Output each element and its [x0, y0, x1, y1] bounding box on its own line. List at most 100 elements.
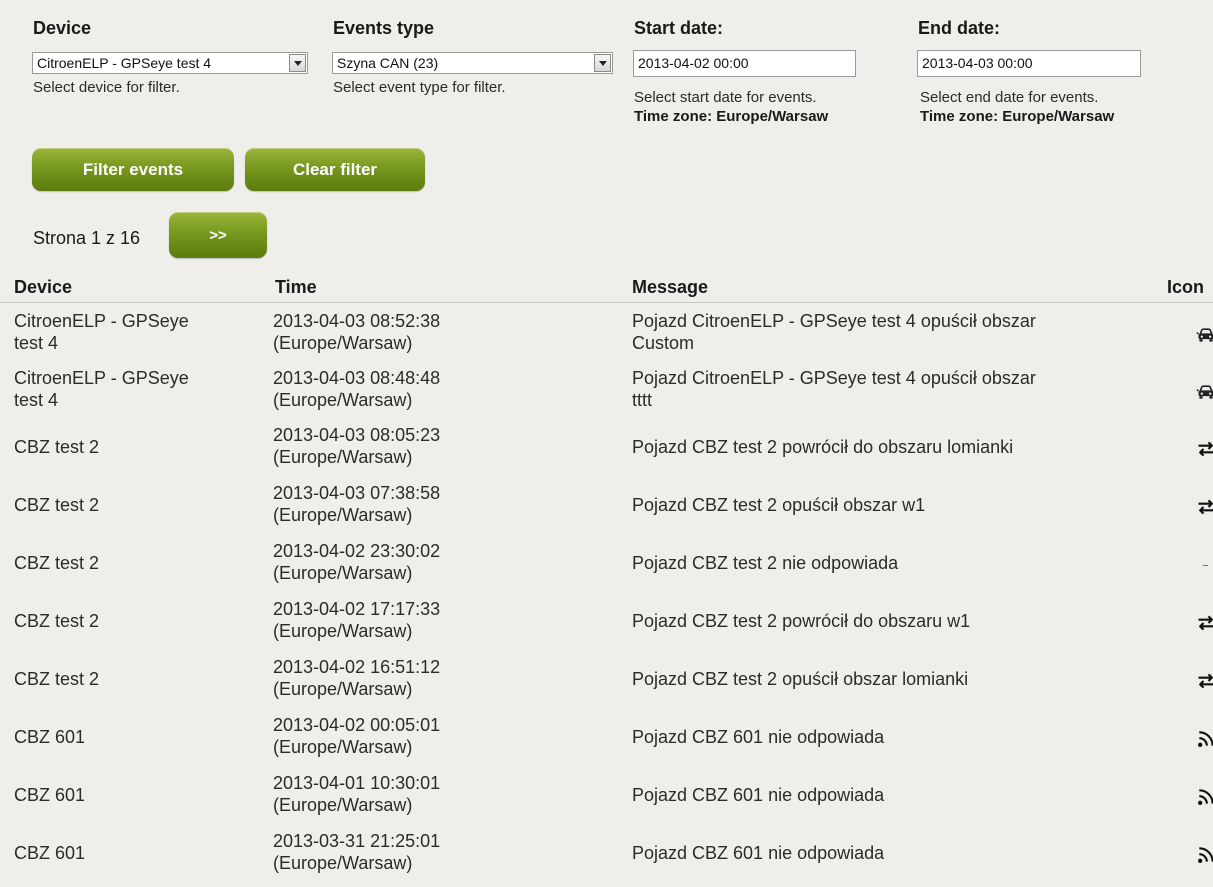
end-date-input[interactable]: 2013-04-03 00:00 — [917, 50, 1141, 77]
message-cell: Pojazd CitroenELP - GPSeye test 4 opuści… — [632, 367, 1162, 411]
device-cell-line: CBZ 601 — [14, 785, 86, 805]
message-cell-line: Pojazd CitroenELP - GPSeye test 4 opuści… — [632, 368, 1036, 388]
device-select-value: CitroenELP - GPSeye test 4 — [37, 55, 212, 71]
device-cell-line: CBZ test 2 — [14, 611, 100, 631]
column-header-time: Time — [275, 277, 317, 297]
clear-filter-button[interactable]: Clear filter — [245, 148, 425, 191]
device-cell-line: CBZ 601 — [14, 843, 86, 863]
time-cell-line: 2013-04-02 00:05:01 — [273, 715, 441, 735]
device-cell: CitroenELP - GPSeye test 4 — [14, 367, 264, 411]
device-cell: CitroenELP - GPSeye test 4 — [14, 310, 264, 354]
time-cell-line: 2013-04-02 23:30:02 — [273, 541, 441, 561]
end-date-hint: Select end date for events. — [920, 89, 1099, 106]
device-cell-line: test 4 — [14, 333, 59, 353]
chevron-down-icon[interactable] — [594, 54, 611, 72]
time-cell-line: 2013-04-01 10:30:01 — [273, 773, 441, 793]
device-cell: CBZ test 2 — [14, 552, 264, 574]
device-filter-hint: Select device for filter. — [33, 79, 180, 96]
events-type-label: Events type — [333, 18, 435, 38]
time-cell-line: (Europe/Warsaw) — [273, 795, 413, 815]
start-date-timezone: Time zone: Europe/Warsaw — [634, 108, 829, 125]
dash-icon — [1196, 555, 1213, 575]
time-cell-line: (Europe/Warsaw) — [273, 505, 413, 525]
end-date-label: End date: — [918, 18, 1001, 38]
device-cell-line: test 4 — [14, 390, 59, 410]
time-cell: 2013-04-03 07:38:58 (Europe/Warsaw) — [273, 482, 613, 526]
device-cell-line: CitroenELP - GPSeye — [14, 311, 189, 331]
events-type-hint: Select event type for filter. — [333, 79, 506, 96]
device-cell: CBZ 601 — [14, 784, 264, 806]
message-cell: Pojazd CitroenELP - GPSeye test 4 opuści… — [632, 310, 1162, 354]
signal-icon — [1196, 787, 1213, 807]
message-cell-line: Pojazd CBZ test 2 nie odpowiada — [632, 553, 899, 573]
column-header-message: Message — [632, 277, 709, 297]
message-cell: Pojazd CBZ test 2 opuścił obszar w1 — [632, 494, 1162, 516]
message-cell: Pojazd CBZ 601 nie odpowiada — [632, 784, 1162, 806]
time-cell: 2013-04-01 10:30:01 (Europe/Warsaw) — [273, 772, 613, 816]
message-cell-line: Pojazd CBZ test 2 powrócił do obszaru w1 — [632, 611, 971, 631]
time-cell-line: 2013-04-03 08:05:23 — [273, 425, 441, 445]
time-cell-line: (Europe/Warsaw) — [273, 390, 413, 410]
message-cell: Pojazd CBZ test 2 powrócił do obszaru w1 — [632, 610, 1162, 632]
time-cell-line: (Europe/Warsaw) — [273, 737, 413, 757]
time-cell-line: (Europe/Warsaw) — [273, 563, 413, 583]
events-type-select-value: Szyna CAN (23) — [337, 55, 439, 71]
time-cell: 2013-04-02 23:30:02 (Europe/Warsaw) — [273, 540, 613, 584]
swap-arrows-icon — [1196, 497, 1213, 517]
next-page-button[interactable]: >> — [169, 212, 267, 258]
time-cell-line: 2013-04-02 17:17:33 — [273, 599, 441, 619]
device-cell: CBZ test 2 — [14, 494, 264, 516]
start-date-hint: Select start date for events. — [634, 89, 817, 106]
filter-events-button[interactable]: Filter events — [32, 148, 234, 191]
message-cell: Pojazd CBZ 601 nie odpowiada — [632, 726, 1162, 748]
time-cell-line: (Europe/Warsaw) — [273, 679, 413, 699]
message-cell: Pojazd CBZ test 2 powrócił do obszaru lo… — [632, 436, 1162, 458]
start-date-label: Start date: — [634, 18, 724, 38]
car-icon — [1196, 325, 1213, 345]
time-cell: 2013-04-02 17:17:33 (Europe/Warsaw) — [273, 598, 613, 642]
column-header-icon: Icon — [1167, 277, 1205, 297]
message-cell-line: tttt — [632, 390, 653, 410]
chevron-down-icon[interactable] — [289, 54, 306, 72]
device-cell: CBZ test 2 — [14, 436, 264, 458]
time-cell-line: (Europe/Warsaw) — [273, 853, 413, 873]
swap-arrows-icon — [1196, 439, 1213, 459]
message-cell-line: Pojazd CBZ 601 nie odpowiada — [632, 727, 885, 747]
message-cell-line: Pojazd CBZ test 2 opuścił obszar w1 — [632, 495, 926, 515]
time-cell-line: (Europe/Warsaw) — [273, 621, 413, 641]
message-cell-line: Pojazd CBZ test 2 powrócił do obszaru lo… — [632, 437, 1014, 457]
time-cell-line: (Europe/Warsaw) — [273, 333, 413, 353]
device-cell-line: CBZ test 2 — [14, 553, 100, 573]
time-cell-line: 2013-03-31 21:25:01 — [273, 831, 441, 851]
message-cell-line: Pojazd CBZ test 2 opuścił obszar lomiank… — [632, 669, 969, 689]
message-cell-line: Pojazd CBZ 601 nie odpowiada — [632, 785, 885, 805]
time-cell-line: 2013-04-03 08:52:38 — [273, 311, 441, 331]
time-cell: 2013-04-03 08:05:23 (Europe/Warsaw) — [273, 424, 613, 468]
device-cell: CBZ 601 — [14, 842, 264, 864]
time-cell: 2013-04-02 16:51:12 (Europe/Warsaw) — [273, 656, 613, 700]
message-cell: Pojazd CBZ 601 nie odpowiada — [632, 842, 1162, 864]
time-cell-line: 2013-04-02 16:51:12 — [273, 657, 441, 677]
device-cell-line: CBZ test 2 — [14, 437, 100, 457]
swap-arrows-icon — [1196, 671, 1213, 691]
device-cell-line: CBZ 601 — [14, 727, 86, 747]
time-cell: 2013-04-02 00:05:01 (Europe/Warsaw) — [273, 714, 613, 758]
message-cell: Pojazd CBZ test 2 nie odpowiada — [632, 552, 1162, 574]
time-cell-line: (Europe/Warsaw) — [273, 447, 413, 467]
device-select[interactable]: CitroenELP - GPSeye test 4 — [32, 52, 308, 74]
start-date-input[interactable]: 2013-04-02 00:00 — [633, 50, 856, 77]
table-header-divider — [0, 302, 1213, 303]
signal-icon — [1196, 729, 1213, 749]
time-cell: 2013-04-03 08:48:48 (Europe/Warsaw) — [273, 367, 613, 411]
swap-arrows-icon — [1196, 613, 1213, 633]
page-indicator: Strona 1 z 16 — [33, 228, 141, 248]
time-cell-line: 2013-04-03 08:48:48 — [273, 368, 441, 388]
message-cell-line: Pojazd CitroenELP - GPSeye test 4 opuści… — [632, 311, 1036, 331]
message-cell-line: Custom — [632, 333, 695, 353]
end-date-timezone: Time zone: Europe/Warsaw — [920, 108, 1115, 125]
time-cell: 2013-04-03 08:52:38 (Europe/Warsaw) — [273, 310, 613, 354]
car-icon — [1196, 382, 1213, 402]
device-cell-line: CBZ test 2 — [14, 669, 100, 689]
events-type-select[interactable]: Szyna CAN (23) — [332, 52, 613, 74]
device-cell-line: CitroenELP - GPSeye — [14, 368, 189, 388]
